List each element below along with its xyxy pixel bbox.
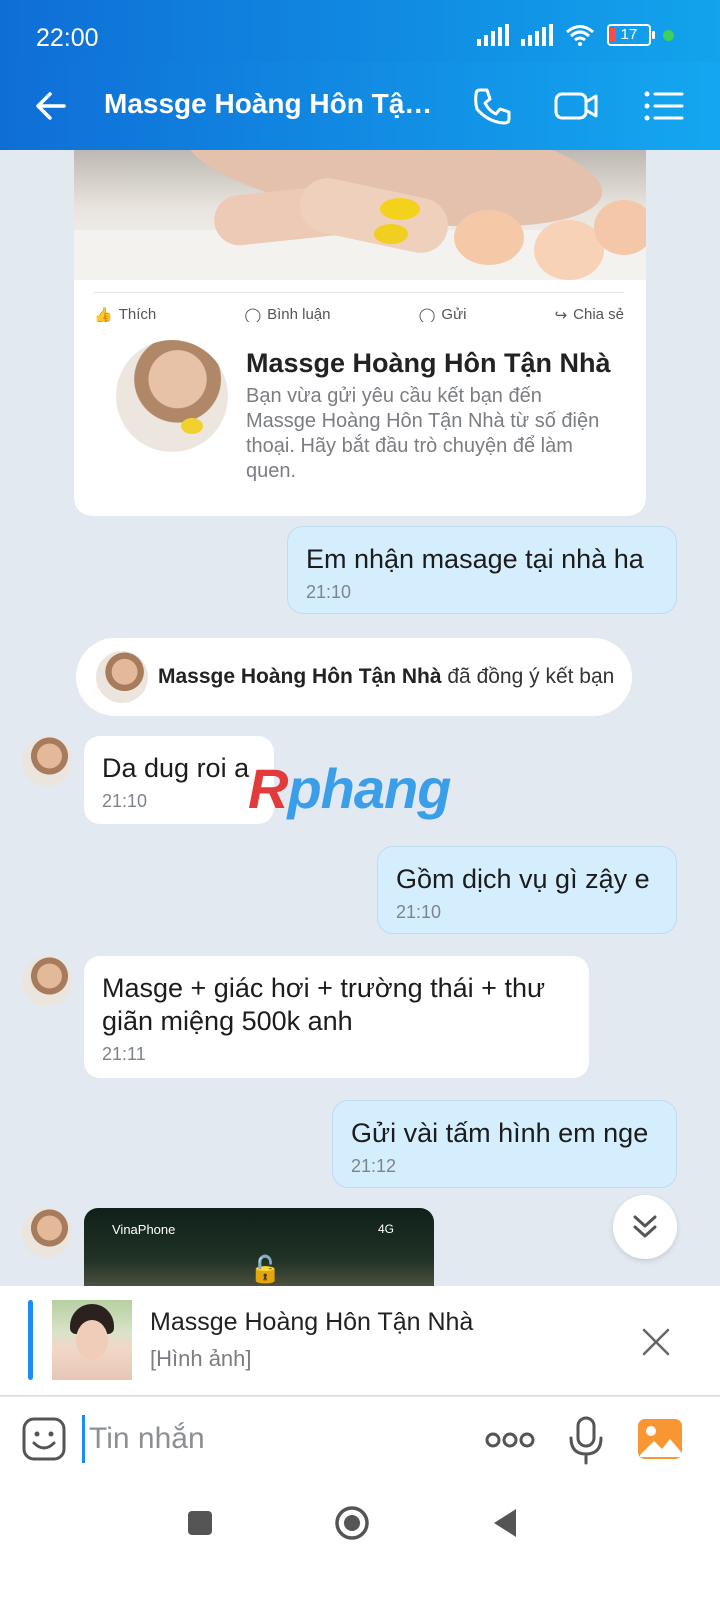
- reply-thumbnail: [52, 1300, 132, 1380]
- comment-action[interactable]: ◯ Bình luận: [244, 306, 331, 323]
- video-call-icon[interactable]: [552, 82, 600, 130]
- like-label: Thích: [118, 306, 157, 322]
- chat-area[interactable]: 👍 Thích ◯ Bình luận ◯ Gửi ↪ Chia sẻ Massge H…: [0, 150, 720, 1312]
- reply-accent-bar: [28, 1300, 33, 1380]
- message-time: 21:10: [306, 582, 352, 602]
- contact-avatar-small: [96, 651, 148, 703]
- message-time: 21:10: [102, 791, 148, 811]
- message-bubble-received[interactable]: Da dug roi a 21:10: [84, 736, 274, 824]
- privacy-dot-icon: [663, 29, 674, 41]
- system-nav-bar: [0, 1483, 720, 1600]
- close-icon[interactable]: [636, 1322, 676, 1362]
- battery-icon: 17: [607, 24, 655, 46]
- message-input-bar: [0, 1397, 720, 1483]
- status-bar: 22:00 17: [0, 0, 720, 62]
- profile-card[interactable]: 👍 Thích ◯ Bình luận ◯ Gửi ↪ Chia sẻ Massge H…: [74, 150, 646, 516]
- reply-subtitle: [Hình ảnh]: [150, 1346, 252, 1371]
- message-time: 21:10: [396, 902, 442, 922]
- status-time: 22:00: [36, 24, 99, 52]
- more-options-icon[interactable]: [484, 1423, 536, 1457]
- cover-photo: [74, 150, 646, 280]
- reply-preview[interactable]: Massge Hoàng Hôn Tận Nhà [Hình ảnh]: [0, 1286, 720, 1396]
- gallery-icon[interactable]: [636, 1417, 684, 1461]
- send-action[interactable]: ◯ Gửi: [418, 306, 467, 323]
- phone-call-icon[interactable]: [468, 82, 516, 130]
- menu-list-icon[interactable]: [640, 82, 688, 130]
- contact-name: Massge Hoàng Hôn Tận Nhà: [246, 348, 611, 378]
- message-bubble-sent[interactable]: Em nhận masage tại nhà ha 21:10: [287, 526, 677, 614]
- message-time: 21:11: [102, 1044, 146, 1064]
- system-message-text: đã đồng ý kết bạn: [447, 665, 615, 688]
- contact-avatar[interactable]: [116, 340, 228, 452]
- back-triangle-icon[interactable]: [486, 1503, 526, 1543]
- share-icon: ↪: [554, 306, 568, 323]
- image-network-text: 4G: [377, 1222, 394, 1236]
- sender-avatar[interactable]: [22, 956, 72, 1006]
- comment-label: Bình luận: [267, 306, 331, 322]
- message-input[interactable]: [82, 1415, 462, 1463]
- friend-request-note: Bạn vừa gửi yêu cầu kết bạn đến Massge H…: [246, 385, 600, 482]
- unlock-icon: 🔓: [249, 1254, 282, 1284]
- message-text: Gồm dịch vụ gì zậy e: [396, 864, 650, 894]
- reply-name: Massge Hoàng Hôn Tận Nhà: [150, 1308, 474, 1336]
- share-label: Chia sẻ: [573, 306, 624, 322]
- messenger-icon: ◯: [418, 306, 436, 323]
- thumbs-up-icon: 👍: [94, 306, 113, 323]
- comment-icon: ◯: [244, 306, 262, 323]
- message-time: 21:12: [351, 1156, 397, 1176]
- like-action[interactable]: 👍 Thích: [94, 306, 157, 323]
- message-text: Da dug roi a: [102, 753, 250, 783]
- watermark-logo: Rphang: [248, 756, 451, 821]
- watermark-letter: R: [248, 757, 288, 820]
- message-bubble-received[interactable]: Masge + giác hơi + trường thái + thư giã…: [84, 956, 589, 1078]
- chat-title[interactable]: Massge Hoàng Hôn Tận Nhà: [104, 88, 434, 120]
- battery-level: 17: [620, 26, 638, 43]
- signal-icon-2: [521, 24, 553, 46]
- scroll-to-bottom-button[interactable]: [613, 1195, 677, 1259]
- recents-icon[interactable]: [180, 1503, 220, 1543]
- watermark-text: phang: [287, 757, 451, 820]
- sticker-icon[interactable]: [20, 1415, 68, 1463]
- back-arrow-icon[interactable]: [30, 84, 74, 128]
- send-label: Gửi: [441, 306, 467, 322]
- sender-avatar[interactable]: [22, 1208, 72, 1258]
- message-text: Gửi vài tấm hình em nge: [351, 1118, 649, 1148]
- post-actions: 👍 Thích ◯ Bình luận ◯ Gửi ↪ Chia sẻ: [94, 292, 624, 322]
- microphone-icon[interactable]: [566, 1415, 606, 1465]
- message-text: Em nhận masage tại nhà ha: [306, 544, 644, 574]
- message-text: Masge + giác hơi + trường thái + thư giã…: [102, 973, 546, 1036]
- home-icon[interactable]: [332, 1503, 372, 1543]
- chat-header: Massge Hoàng Hôn Tận Nhà: [0, 62, 720, 150]
- wifi-icon: [566, 25, 594, 46]
- message-bubble-sent[interactable]: Gửi vài tấm hình em nge 21:12: [332, 1100, 677, 1188]
- share-action[interactable]: ↪ Chia sẻ: [554, 306, 624, 323]
- signal-icon: [477, 24, 509, 46]
- system-message: Massge Hoàng Hôn Tận Nhà đã đồng ý kết b…: [76, 638, 632, 716]
- status-icons: 17: [477, 24, 674, 46]
- sender-avatar[interactable]: [22, 736, 72, 786]
- image-carrier-text: VinaPhone: [112, 1222, 176, 1237]
- system-message-name: Massge Hoàng Hôn Tận Nhà: [158, 665, 442, 688]
- message-bubble-sent[interactable]: Gồm dịch vụ gì zậy e 21:10: [377, 846, 677, 934]
